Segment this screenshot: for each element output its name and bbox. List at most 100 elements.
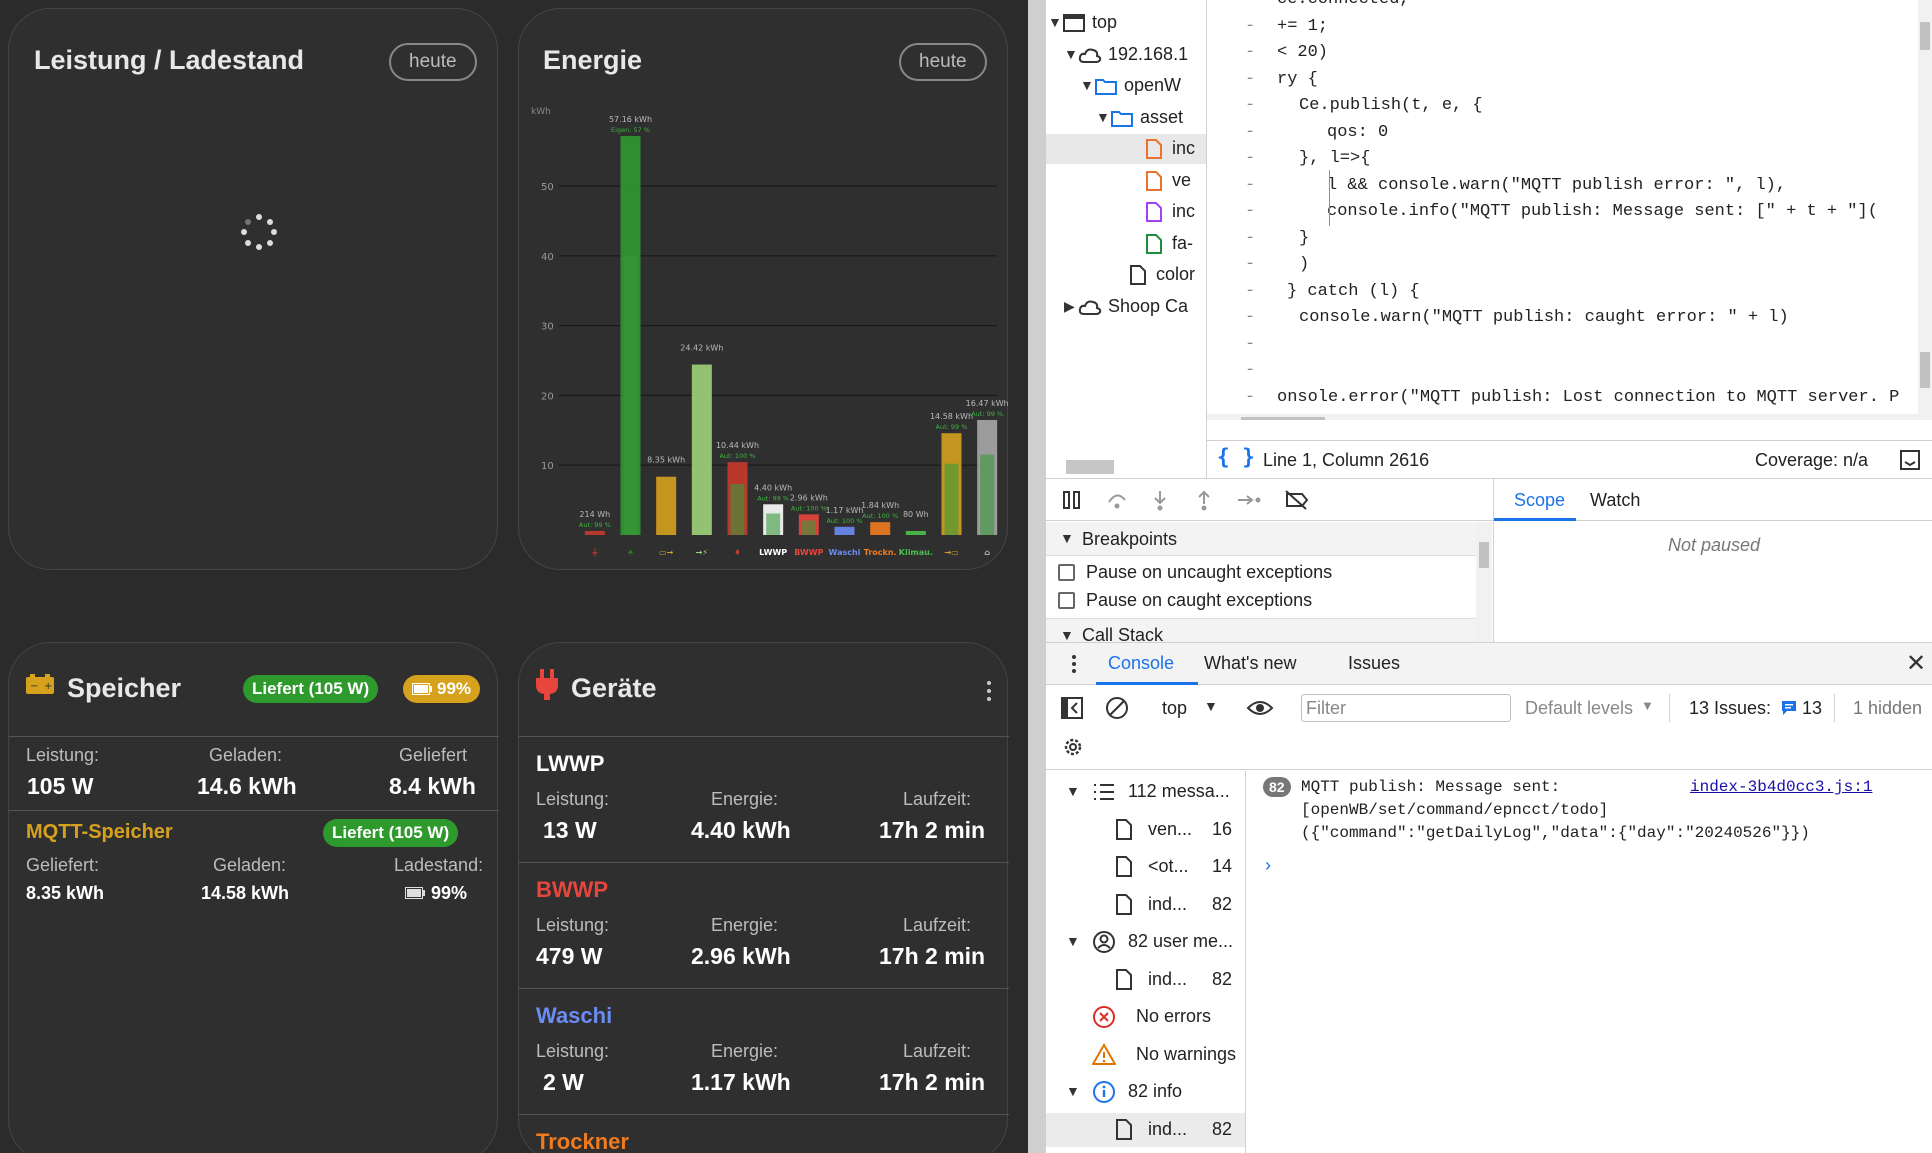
tab-whats-new[interactable]: What's new [1204,653,1296,674]
collapsed-triangle-icon[interactable]: ▶ [1064,298,1075,315]
expand-triangle-icon: ▼ [1060,530,1074,546]
step-into-icon[interactable] [1150,489,1170,511]
device-row: BWWP Leistung: Energie: Laufzeit: 479 W … [519,863,1009,989]
console-sidebar-item[interactable]: No errors [1046,1000,1245,1034]
pretty-print-icon[interactable]: { } [1217,445,1255,469]
device-power-value: 2 W [543,1069,584,1095]
message-line-1: MQTT publish: Message sent: [1301,778,1561,796]
console-sidebar-item[interactable]: ▼ 82 user me... [1046,925,1245,959]
code-line[interactable]: ry { [1277,70,1318,96]
console-sidebar-item[interactable]: ▼ 82 info [1046,1075,1245,1109]
expand-triangle-icon[interactable]: ▼ [1066,1083,1080,1099]
code-line[interactable]: } [1299,229,1309,255]
code-line[interactable]: onsole.error("MQTT publish: Lost connect… [1277,388,1899,414]
step-over-icon[interactable] [1106,490,1128,510]
console-sidebar-item[interactable]: ind... 82 [1046,888,1245,922]
expand-triangle-icon[interactable]: ▼ [1066,783,1080,799]
code-line[interactable]: Ce.publish(t, e, { [1299,96,1483,122]
gear-icon[interactable] [1061,735,1085,759]
folder-icon [1111,110,1133,127]
energy-bar [798,514,819,535]
power-day-button[interactable]: heute [389,43,477,81]
navigator-hscroll[interactable] [1066,460,1114,474]
console-sidebar-label: ind... [1148,893,1188,914]
step-out-icon[interactable] [1194,489,1214,511]
pause-caught-checkbox[interactable] [1058,592,1075,609]
code-line[interactable]: console.warn("MQTT publish: caught error… [1299,308,1789,334]
code-line[interactable]: } catch (l) { [1287,282,1420,308]
close-drawer-icon[interactable]: ✕ [1906,649,1926,677]
eye-icon[interactable] [1246,698,1274,718]
pause-icon[interactable] [1062,490,1082,510]
issues-label[interactable]: 13 Issues: [1689,698,1771,719]
code-line[interactable]: += 1; [1277,17,1328,43]
log-levels-dropdown[interactable]: Default levels [1525,698,1633,719]
tree-item-label: asset [1140,106,1184,127]
code-vscroll[interactable] [1918,0,1932,420]
tree-item-label: color [1156,264,1196,284]
expand-triangle-icon[interactable]: ▼ [1080,77,1094,93]
line-gutter-marker: - [1245,387,1256,407]
code-line[interactable]: < 20) [1277,43,1328,69]
tree-item[interactable]: ▶ Shoop Ca [1046,292,1206,322]
svg-text:+: + [44,681,52,692]
console-sidebar-item[interactable]: ind... 82 [1046,1112,1245,1147]
tree-item[interactable]: ▼ asset [1046,103,1206,133]
device-runtime-label: Laufzeit: [903,1041,972,1061]
device-energy-label: Energie: [711,915,779,935]
page-scrollbar[interactable] [1028,0,1046,1153]
file-icon [1116,856,1132,877]
svg-text:−: − [30,681,38,692]
message-source-link[interactable]: index-3b4d0cc3.js:1 [1690,778,1872,796]
console-prompt-icon[interactable]: › [1265,855,1271,876]
code-line[interactable]: console.info("MQTT publish: Message sent… [1327,202,1878,228]
tab-issues[interactable]: Issues [1348,653,1400,674]
code-line[interactable]: l && console.warn("MQTT publish error: "… [1327,176,1786,202]
console-sidebar-item[interactable]: ▼ 112 messa... [1046,775,1245,809]
step-icon[interactable] [1236,490,1262,510]
tree-item[interactable]: ▼ 192.168.1 [1046,40,1206,70]
expand-triangle-icon[interactable]: ▼ [1048,14,1062,30]
tab-console[interactable]: Console [1108,653,1174,674]
context-selector[interactable]: top [1162,698,1187,719]
expand-triangle-icon[interactable]: ▼ [1064,46,1078,62]
expand-triangle-icon[interactable]: ▼ [1066,933,1080,949]
code-line[interactable]: ) [1299,255,1309,281]
pause-uncaught-checkbox[interactable] [1058,564,1075,581]
code-line[interactable]: }, l=>{ [1299,149,1370,175]
filter-input[interactable]: Filter [1301,694,1511,722]
debugger-vscroll[interactable] [1476,522,1492,642]
tree-item[interactable]: ▼ top [1046,8,1206,38]
tree-item[interactable]: ve [1046,166,1206,196]
code-line[interactable]: qos: 0 [1327,123,1388,149]
chevron-down-icon[interactable]: ▼ [1204,698,1218,714]
tree-item[interactable]: ▼ openW [1046,71,1206,101]
expand-triangle-icon[interactable]: ▼ [1096,109,1110,125]
console-sidebar-item[interactable]: ven... 16 [1046,813,1245,847]
devices-menu-icon[interactable] [986,681,992,703]
device-energy-value: 4.40 kWh [691,817,791,843]
code-line[interactable]: ce.connected, [1277,0,1410,16]
code-hscroll[interactable] [1207,414,1918,420]
tree-item[interactable]: fa- [1046,229,1206,259]
deactivate-breakpoints-icon[interactable] [1284,490,1310,510]
drawer-menu-icon[interactable] [1072,655,1076,673]
call-stack-header[interactable]: ▼ Call Stack [1046,618,1476,642]
tree-item[interactable]: inc [1046,134,1206,164]
coverage-panel-icon[interactable] [1900,450,1920,470]
tab-scope[interactable]: Scope [1514,490,1565,511]
console-sidebar-item[interactable]: ind... 82 [1046,963,1245,997]
tree-item[interactable]: inc [1046,197,1206,227]
console-sidebar-item[interactable]: <ot... 14 [1046,850,1245,884]
console-sidebar-item[interactable]: No warnings [1046,1038,1245,1072]
chevron-down-icon[interactable]: ▼ [1641,698,1654,713]
tree-item[interactable]: color [1046,260,1206,290]
breakpoints-header[interactable]: ▼ Breakpoints [1046,522,1476,556]
sidebar-toggle-icon[interactable] [1061,697,1083,719]
issues-message-icon[interactable] [1780,699,1798,717]
clear-console-icon[interactable] [1105,696,1129,720]
scope-tab-bar: Scope Watch [1494,479,1932,521]
bar-sub-label: Aut: 100 % [826,517,862,525]
tab-watch[interactable]: Watch [1590,490,1640,511]
issues-count[interactable]: 13 [1802,698,1822,719]
